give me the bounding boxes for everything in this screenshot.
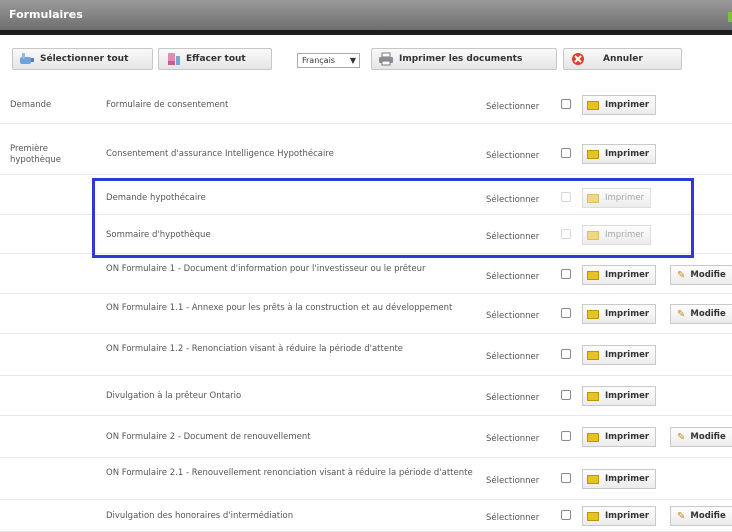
select-checkbox[interactable]	[561, 99, 571, 109]
print-button[interactable]: Imprimer	[582, 345, 657, 365]
select-checkbox[interactable]	[561, 390, 571, 400]
print-label: Imprimer	[605, 100, 650, 110]
select-checkbox[interactable]	[561, 473, 571, 483]
print-label: Imprimer	[605, 149, 650, 159]
select-label: Sélectionner	[486, 272, 540, 282]
print-label: Imprimer	[605, 350, 650, 360]
form-name: ON Formulaire 2.1 - Renouvellement renon…	[106, 468, 473, 478]
table-row: Divulgation à la prêteur Ontario Sélectio…	[0, 378, 732, 416]
print-button[interactable]: Imprimer	[582, 506, 657, 526]
print-button[interactable]: Imprimer	[582, 265, 657, 285]
folder-print-icon	[587, 350, 599, 360]
table-row: Demande Formulaire de consentement Sélecti…	[0, 88, 732, 124]
select-all-button[interactable]: Sélectionner tout	[12, 48, 153, 70]
clear-all-label: Effacer tout	[186, 54, 246, 64]
chevron-down-icon: ▼	[349, 56, 356, 65]
pencil-icon: ✎	[677, 269, 686, 281]
table-row: ON Formulaire 2.1 - Renouvellement renon…	[0, 460, 732, 500]
print-label: Imprimer	[605, 511, 650, 521]
cancel-label: Annuler	[603, 54, 643, 64]
modify-button[interactable]: ✎ Modifie	[670, 427, 732, 447]
form-name: ON Formulaire 1.2 - Renonciation visant …	[106, 344, 404, 354]
folder-print-icon	[587, 270, 599, 280]
form-name: ON Formulaire 1 - Document d'information…	[106, 264, 426, 274]
highlight-box	[92, 178, 694, 258]
table-row: Première hypothèque Consentement d'assura…	[0, 135, 732, 175]
print-label: Imprimer	[605, 309, 650, 319]
language-select[interactable]: Français ▼	[297, 53, 360, 68]
table-row: ON Formulaire 1 - Document d'information…	[0, 258, 732, 294]
window-title-bar: Formulaires	[0, 0, 732, 30]
title-accent-marker	[728, 12, 732, 22]
form-name: ON Formulaire 2 - Document de renouvelle…	[106, 432, 311, 442]
select-label: Sélectionner	[486, 151, 540, 161]
title-divider	[0, 30, 732, 35]
modify-label: Modifie	[690, 270, 726, 280]
folder-print-icon	[587, 149, 599, 159]
modify-button[interactable]: ✎ Modifie	[670, 304, 732, 324]
modify-label: Modifie	[690, 511, 726, 521]
table-row: Divulgation des honoraires d'intermédiat…	[0, 502, 732, 532]
print-button[interactable]: Imprimer	[582, 95, 657, 115]
select-label: Sélectionner	[486, 513, 540, 523]
print-label: Imprimer	[605, 270, 650, 280]
print-button[interactable]: Imprimer	[582, 386, 657, 406]
folder-print-icon	[587, 391, 599, 401]
folder-print-icon	[587, 474, 599, 484]
print-button[interactable]: Imprimer	[582, 427, 657, 447]
table-row: ON Formulaire 1.2 - Renonciation visant …	[0, 336, 732, 376]
select-checkbox[interactable]	[561, 148, 571, 158]
print-label: Imprimer	[605, 391, 650, 401]
select-checkbox[interactable]	[561, 431, 571, 441]
modify-button[interactable]: ✎ Modifie	[670, 506, 732, 526]
form-name: Consentement d'assurance Intelligence Hy…	[106, 149, 334, 159]
window-title: Formulaires	[9, 8, 83, 21]
print-documents-button[interactable]: Imprimer les documents	[371, 48, 557, 70]
eraser-icon	[168, 53, 180, 65]
select-label: Sélectionner	[486, 311, 540, 321]
select-all-label: Sélectionner tout	[40, 54, 129, 64]
table-row: ON Formulaire 1.1 - Annexe pour les prêt…	[0, 296, 732, 334]
pencil-icon: ✎	[677, 510, 686, 522]
print-button[interactable]: Imprimer	[582, 304, 657, 324]
select-label: Sélectionner	[486, 476, 540, 486]
cancel-button[interactable]: Annuler	[563, 48, 682, 70]
language-value: Français	[302, 56, 335, 65]
hand-pointer-icon	[20, 53, 34, 64]
toolbar: Sélectionner tout Effacer tout Français …	[0, 44, 732, 74]
printer-icon	[379, 52, 393, 66]
print-label: Imprimer	[605, 474, 650, 484]
select-checkbox[interactable]	[561, 308, 571, 318]
select-label: Sélectionner	[486, 393, 540, 403]
print-button[interactable]: Imprimer	[582, 144, 657, 164]
modify-label: Modifie	[690, 432, 726, 442]
form-name: Divulgation à la prêteur Ontario	[106, 391, 242, 401]
form-name: Divulgation des honoraires d'intermédiat…	[106, 511, 294, 521]
folder-print-icon	[587, 432, 599, 442]
cancel-icon	[572, 53, 584, 65]
print-button[interactable]: Imprimer	[582, 469, 657, 489]
folder-print-icon	[587, 309, 599, 319]
form-name: Formulaire de consentement	[106, 100, 229, 110]
row-category: Première hypothèque	[10, 144, 61, 165]
pencil-icon: ✎	[677, 308, 686, 320]
print-documents-label: Imprimer les documents	[399, 54, 523, 64]
clear-all-button[interactable]: Effacer tout	[158, 48, 272, 70]
row-category: Demande	[10, 100, 52, 110]
print-label: Imprimer	[605, 432, 650, 442]
modify-label: Modifie	[690, 309, 726, 319]
folder-print-icon	[587, 100, 599, 110]
form-name: ON Formulaire 1.1 - Annexe pour les prêt…	[106, 303, 453, 313]
folder-print-icon	[587, 511, 599, 521]
select-label: Sélectionner	[486, 102, 540, 112]
select-label: Sélectionner	[486, 434, 540, 444]
select-checkbox[interactable]	[561, 510, 571, 520]
select-checkbox[interactable]	[561, 269, 571, 279]
table-row: ON Formulaire 2 - Document de renouvelle…	[0, 418, 732, 458]
select-checkbox[interactable]	[561, 349, 571, 359]
modify-button[interactable]: ✎ Modifie	[670, 265, 732, 285]
pencil-icon: ✎	[677, 431, 686, 443]
select-label: Sélectionner	[486, 352, 540, 362]
